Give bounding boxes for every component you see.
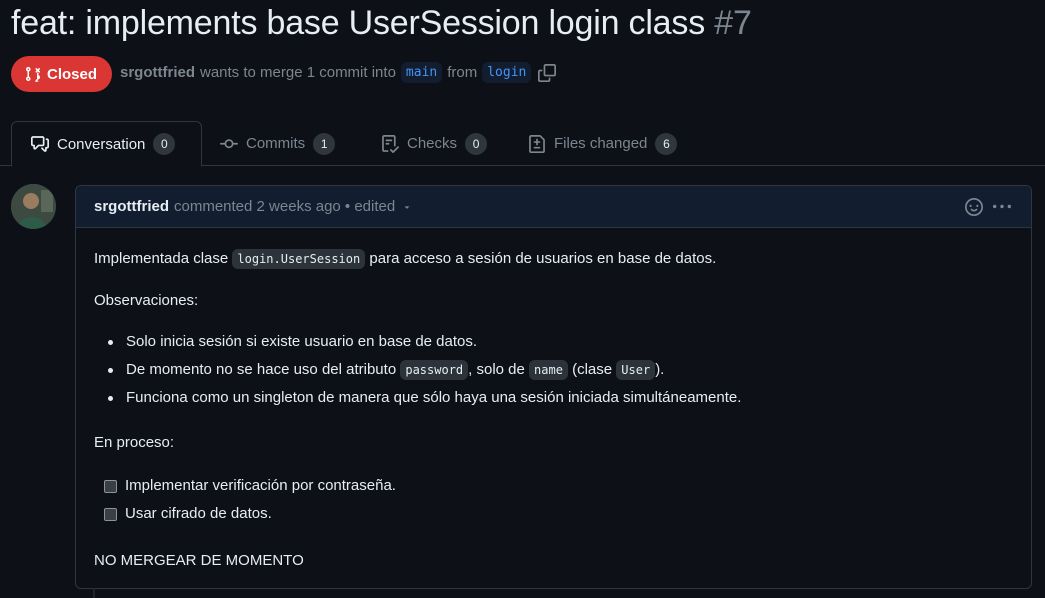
merge-text: wants to merge 1 commit into bbox=[200, 64, 396, 81]
tab-files-changed[interactable]: Files changed 6 bbox=[528, 121, 678, 166]
head-branch-link[interactable]: login bbox=[482, 62, 532, 83]
comment-box: srgottfried commented 2 weeks ago • edit… bbox=[75, 185, 1032, 589]
inline-code: User bbox=[616, 360, 656, 380]
from-text: from bbox=[447, 64, 478, 81]
tab-label: Checks bbox=[407, 135, 458, 152]
list-item: Funciona como un singleton de manera que… bbox=[94, 384, 1013, 412]
timeline-line bbox=[93, 588, 95, 598]
inline-code: login.UserSession bbox=[232, 249, 366, 269]
comment-header: srgottfried commented 2 weeks ago • edit… bbox=[76, 186, 1031, 228]
text: De momento no se hace uso del atributo bbox=[126, 361, 401, 378]
file-diff-icon bbox=[528, 134, 546, 153]
comment-meta[interactable]: commented 2 weeks ago • edited bbox=[174, 198, 395, 215]
pr-meta: srgottfried wants to merge 1 commit into… bbox=[120, 62, 557, 83]
task-label: Implementar verificación por contraseña. bbox=[125, 477, 396, 494]
paragraph: En proceso: bbox=[94, 434, 175, 451]
task-checkbox[interactable] bbox=[104, 507, 117, 521]
task-list: Implementar verificación por contraseña.… bbox=[94, 472, 1013, 528]
inline-code: name bbox=[529, 360, 568, 380]
tab-checks[interactable]: Checks 0 bbox=[381, 121, 488, 166]
tab-label: Conversation bbox=[57, 135, 146, 153]
text: ). bbox=[655, 361, 665, 378]
tab-count: 0 bbox=[153, 133, 176, 155]
tab-count: 0 bbox=[465, 132, 488, 155]
tab-label: Files changed bbox=[554, 135, 648, 152]
kebab-horizontal-icon[interactable] bbox=[993, 198, 1011, 216]
git-commit-icon bbox=[220, 135, 238, 153]
page-title: feat: implements base UserSession login … bbox=[11, 4, 752, 43]
checklist-icon bbox=[381, 134, 399, 153]
status-badge: Closed bbox=[11, 56, 112, 92]
copy-icon[interactable] bbox=[538, 63, 557, 82]
task-item: Implementar verificación por contraseña. bbox=[94, 472, 1013, 500]
git-pull-request-closed-icon bbox=[25, 66, 41, 82]
tab-label: Commits bbox=[246, 135, 306, 152]
paragraph: NO MERGEAR DE MOMENTO bbox=[94, 552, 304, 569]
chevron-down-icon[interactable] bbox=[402, 202, 412, 212]
tab-commits[interactable]: Commits 1 bbox=[220, 121, 336, 166]
task-checkbox[interactable] bbox=[104, 479, 117, 493]
status-label: Closed bbox=[47, 65, 98, 83]
paragraph: Implementada clase login.UserSession par… bbox=[94, 248, 1013, 270]
task-label: Usar cifrado de datos. bbox=[125, 505, 272, 522]
comment-author-link[interactable]: srgottfried bbox=[94, 198, 169, 215]
avatar[interactable] bbox=[11, 184, 56, 229]
list-item: Solo inicia sesión si existe usuario en … bbox=[94, 328, 1013, 356]
pr-tabs: Conversation 0 Commits 1 Checks 0 Files … bbox=[0, 121, 1045, 167]
paragraph: Observaciones: bbox=[94, 292, 199, 309]
pr-number: #7 bbox=[714, 4, 752, 42]
tab-conversation[interactable]: Conversation 0 bbox=[11, 121, 202, 167]
pr-author-link[interactable]: srgottfried bbox=[120, 64, 195, 81]
comment-discussion-icon bbox=[31, 135, 49, 153]
pr-title: feat: implements base UserSession login … bbox=[11, 4, 705, 42]
bullet-list: Solo inicia sesión si existe usuario en … bbox=[94, 328, 1013, 412]
smiley-icon[interactable] bbox=[965, 198, 983, 216]
tab-count: 1 bbox=[313, 132, 336, 155]
text: (clase bbox=[567, 361, 617, 378]
text: , solo de bbox=[468, 361, 530, 378]
tab-count: 6 bbox=[655, 132, 678, 155]
inline-code: password bbox=[400, 360, 469, 380]
text: para acceso a sesión de usuarios en base… bbox=[365, 250, 717, 267]
task-item: Usar cifrado de datos. bbox=[94, 500, 1013, 528]
comment-body: Implementada clase login.UserSession par… bbox=[76, 228, 1031, 572]
text: Implementada clase bbox=[94, 250, 233, 267]
base-branch-link[interactable]: main bbox=[400, 62, 443, 83]
list-item: De momento no se hace uso del atributo p… bbox=[94, 356, 1013, 384]
